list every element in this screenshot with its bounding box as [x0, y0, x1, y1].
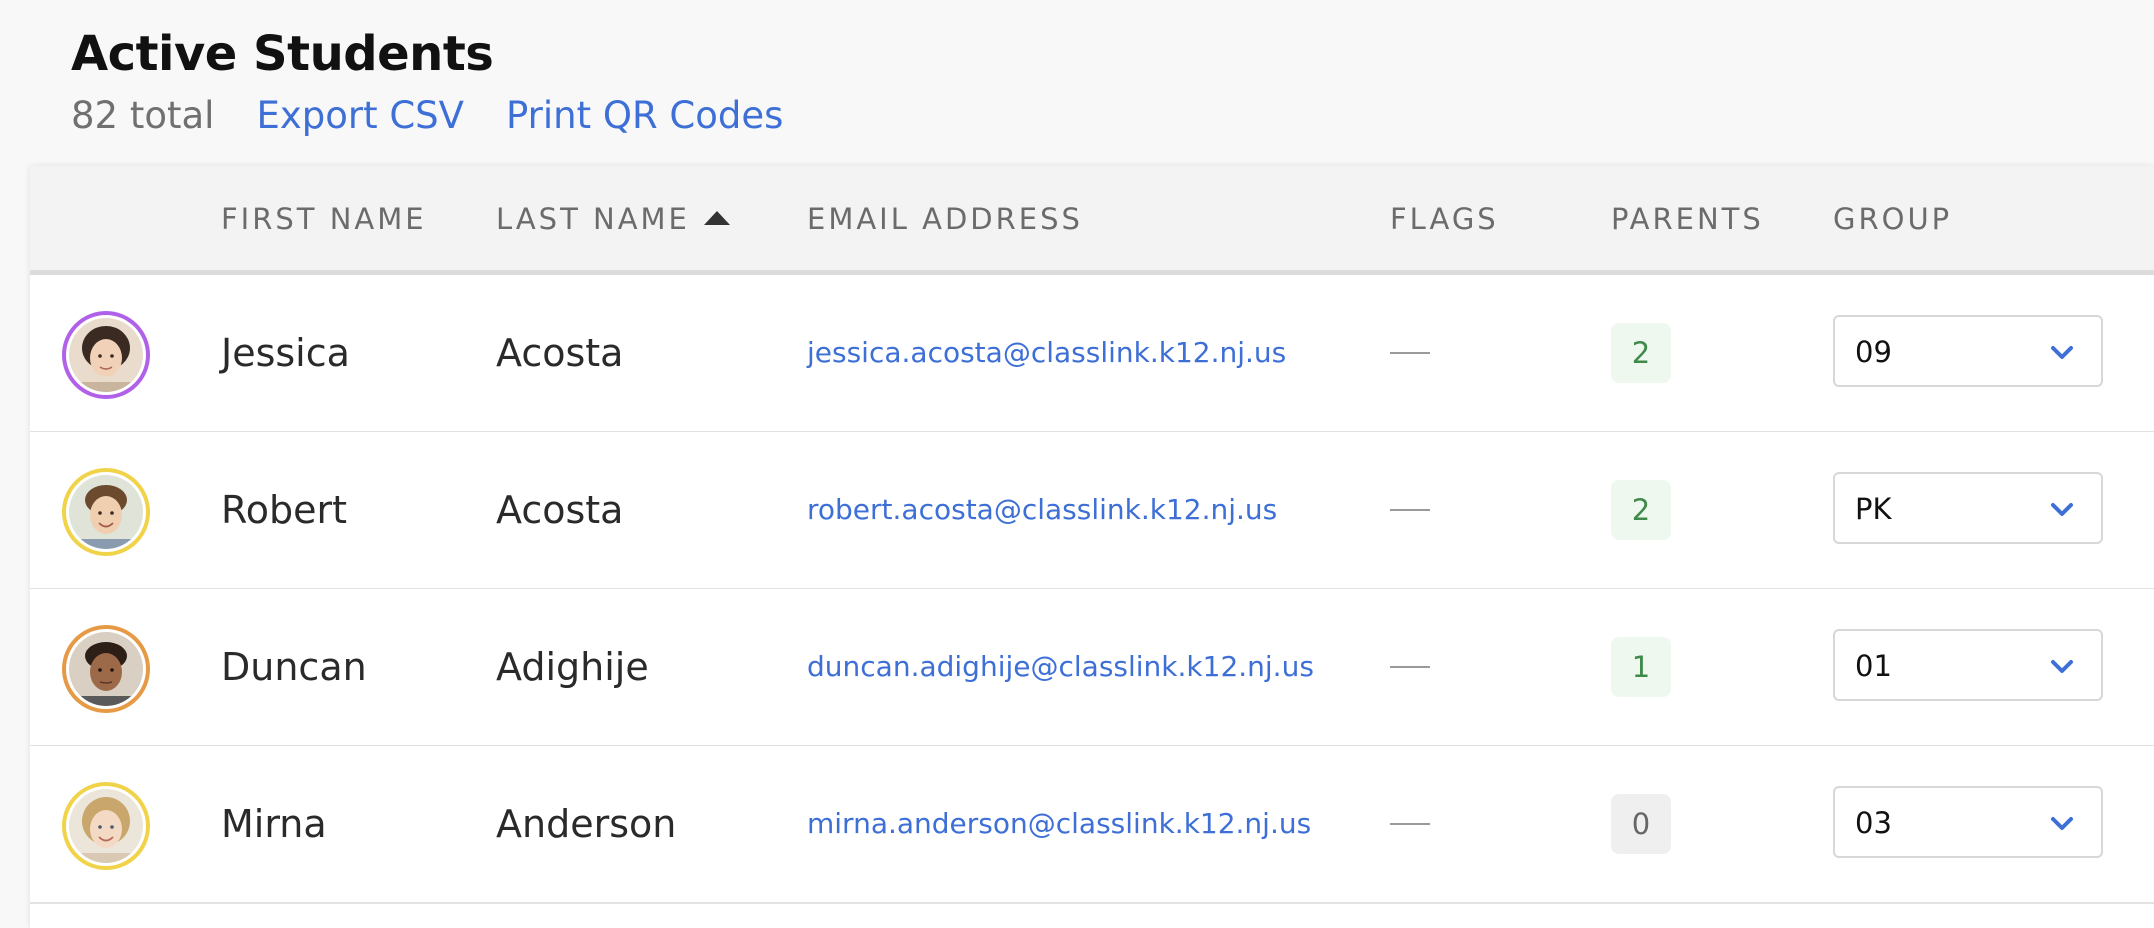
last-name-cell: Acosta	[496, 488, 624, 532]
flags-empty-dash	[1390, 509, 1430, 511]
group-select[interactable]: 09	[1833, 315, 2103, 387]
email-link[interactable]: jessica.acosta@classlink.k12.nj.us	[807, 275, 1286, 431]
table-header: FIRST NAME LAST NAME EMAIL ADDRESS FLAGS…	[30, 166, 2154, 275]
chevron-down-icon	[2051, 346, 2073, 359]
group-select[interactable]: 01	[1833, 629, 2103, 701]
group-select[interactable]: 03	[1833, 786, 2103, 858]
flags-empty-dash	[1390, 666, 1430, 668]
flags-empty-dash	[1390, 823, 1430, 825]
avatar-photo	[69, 318, 143, 392]
avatar-photo	[69, 632, 143, 706]
first-name-cell: Mirna	[221, 802, 327, 846]
student-count: 82 total	[71, 94, 215, 137]
table-row[interactable]: Duncan Adighije duncan.adighije@classlin…	[30, 589, 2154, 747]
header-actions: 82 total Export CSV Print QR Codes	[71, 88, 783, 144]
parents-count-badge[interactable]: 2	[1611, 480, 1671, 540]
column-header-email[interactable]: EMAIL ADDRESS	[807, 166, 1083, 270]
group-select-value: 03	[1855, 806, 1892, 840]
column-header-group[interactable]: GROUP	[1833, 166, 1952, 270]
page-header: Active Students 82 total Export CSV Prin…	[71, 22, 783, 144]
table-row[interactable]: Mirna Anderson mirna.anderson@classlink.…	[30, 746, 2154, 904]
page-title: Active Students	[71, 26, 494, 82]
table-row[interactable]: Robert Acosta robert.acosta@classlink.k1…	[30, 432, 2154, 590]
group-select-value: 09	[1855, 335, 1892, 369]
student-avatar[interactable]	[62, 468, 150, 556]
parents-count-badge[interactable]: 2	[1611, 323, 1671, 383]
column-header-first-name[interactable]: FIRST NAME	[221, 166, 427, 270]
last-name-cell: Acosta	[496, 331, 624, 375]
first-name-cell: Robert	[221, 488, 347, 532]
sort-ascending-icon	[703, 211, 730, 225]
students-table: FIRST NAME LAST NAME EMAIL ADDRESS FLAGS…	[30, 166, 2154, 928]
avatar-photo	[69, 789, 143, 863]
parents-count-badge[interactable]: 1	[1611, 637, 1671, 697]
flags-empty-dash	[1390, 352, 1430, 354]
column-header-parents[interactable]: PARENTS	[1611, 166, 1764, 270]
table-row[interactable]: Jessica Acosta jessica.acosta@classlink.…	[30, 275, 2154, 433]
student-avatar[interactable]	[62, 311, 150, 399]
email-link[interactable]: mirna.anderson@classlink.k12.nj.us	[807, 746, 1311, 902]
email-link[interactable]: robert.acosta@classlink.k12.nj.us	[807, 432, 1277, 588]
student-avatar[interactable]	[62, 625, 150, 713]
column-header-flags[interactable]: FLAGS	[1390, 166, 1499, 270]
chevron-down-icon	[2051, 660, 2073, 673]
export-csv-link[interactable]: Export CSV	[256, 88, 464, 144]
student-avatar[interactable]	[62, 782, 150, 870]
chevron-down-icon	[2051, 503, 2073, 516]
column-header-last-name-label: LAST NAME	[496, 202, 690, 236]
group-select-value: 01	[1855, 649, 1892, 683]
first-name-cell: Jessica	[221, 331, 350, 375]
email-link[interactable]: duncan.adighije@classlink.k12.nj.us	[807, 589, 1314, 745]
group-select-value: PK	[1855, 492, 1892, 526]
avatar-photo	[69, 475, 143, 549]
last-name-cell: Anderson	[496, 802, 677, 846]
print-qr-codes-link[interactable]: Print QR Codes	[506, 88, 783, 144]
parents-count-badge[interactable]: 0	[1611, 794, 1671, 854]
chevron-down-icon	[2051, 817, 2073, 830]
first-name-cell: Duncan	[221, 645, 367, 689]
column-header-last-name[interactable]: LAST NAME	[496, 166, 730, 270]
last-name-cell: Adighije	[496, 645, 649, 689]
group-select[interactable]: PK	[1833, 472, 2103, 544]
